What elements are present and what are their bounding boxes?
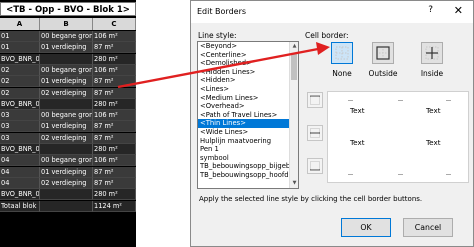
annotation-arrow bbox=[117, 42, 330, 89]
